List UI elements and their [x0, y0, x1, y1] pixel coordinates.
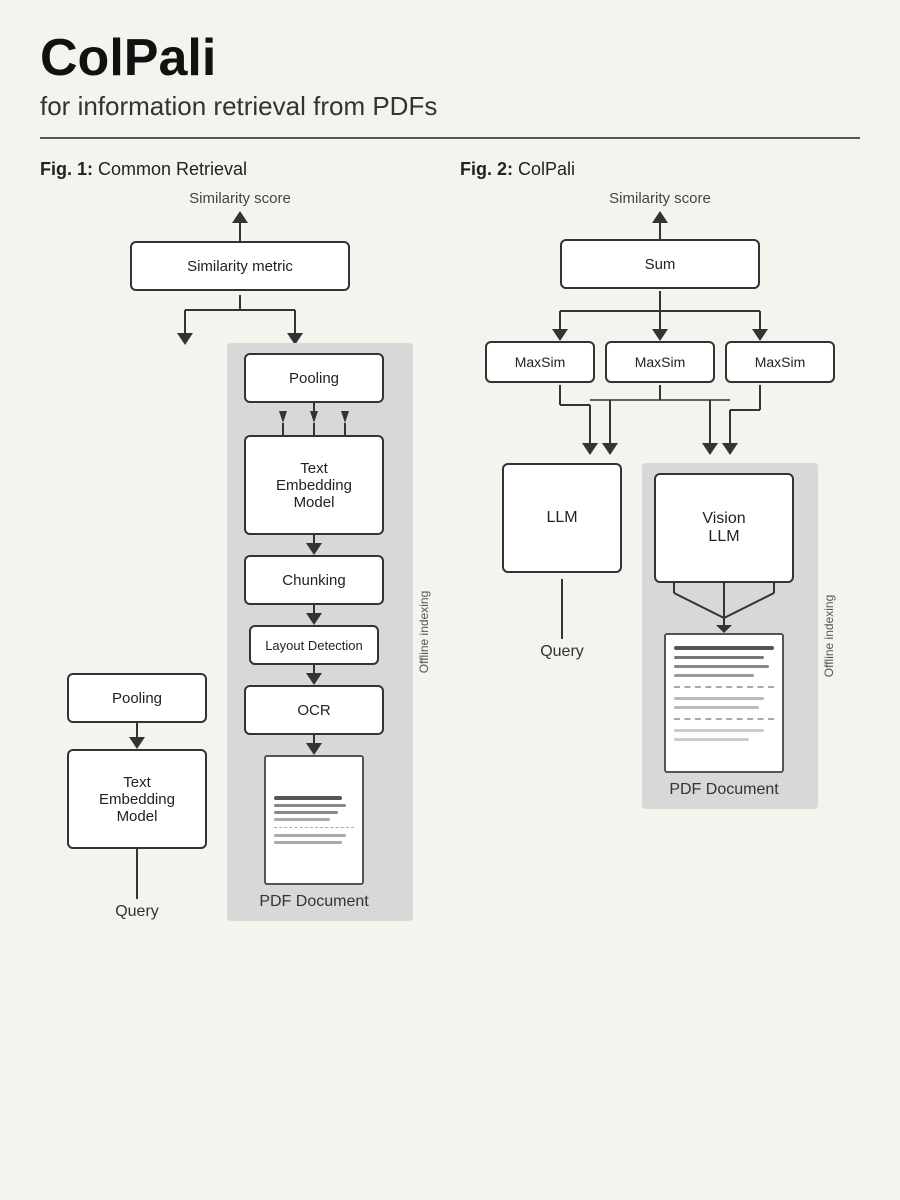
arrow-to-query	[136, 849, 138, 899]
fig2-query-label: Query	[540, 643, 584, 661]
fig1-left-col: Pooling Text Embedding Model	[67, 673, 207, 921]
figure-2: Fig. 2: ColPali Similarity score Sum	[460, 159, 860, 809]
arrowhead	[129, 737, 145, 749]
main-title: ColPali	[40, 30, 860, 87]
arrowhead	[306, 743, 322, 755]
fig1-layout: Similarity score Similarity metric	[40, 190, 440, 921]
arrowhead	[652, 211, 668, 223]
figures-container: Fig. 1: Common Retrieval Similarity scor…	[40, 159, 860, 921]
split-arrow-svg	[130, 295, 350, 345]
maxsim-3-box: MaxSim	[725, 341, 835, 383]
ocr-box: OCR	[244, 685, 384, 735]
arrow-line	[659, 223, 661, 239]
fig2-vision-col: Vision LLM	[654, 473, 794, 799]
pooling-right-box: Pooling	[244, 353, 384, 403]
arrow-pooling-left	[129, 723, 145, 749]
sum-to-maxsim-svg	[520, 291, 800, 343]
maxsim-row: MaxSim MaxSim MaxSim	[485, 341, 835, 383]
fig2-similarity-score-label: Similarity score	[609, 190, 711, 207]
title-section: ColPali for information retrieval from P…	[40, 30, 860, 122]
arrow-llm-to-query	[561, 579, 563, 639]
offline-indexing-box: Pooling	[227, 343, 413, 921]
arrow-line	[561, 579, 563, 639]
arrowhead	[306, 673, 322, 685]
text-embedding-right-box: Text Embedding Model	[244, 435, 384, 535]
arrowhead	[306, 543, 322, 555]
fig1-title: Fig. 1: Common Retrieval	[40, 159, 247, 180]
similarity-metric-box: Similarity metric	[130, 241, 350, 291]
fig1-right-col-wrapper: Pooling	[227, 343, 413, 921]
offline-indexing-label-fig2: Offline indexing	[822, 595, 836, 678]
arrow-to-pdf1	[306, 735, 322, 755]
fig1-right-col: Pooling	[239, 353, 389, 911]
arrow-to-sum	[652, 211, 668, 239]
arrow-line	[239, 223, 241, 241]
fig2-vision-col-wrapper: Vision LLM	[642, 463, 818, 809]
divider	[40, 137, 860, 139]
arrow-line	[313, 535, 315, 543]
pdf-doc-label-fig2: PDF Document	[669, 781, 778, 799]
pdf-document-fig1	[264, 755, 364, 885]
arrow-to-ocr	[306, 665, 322, 685]
arrow-to-sim-metric	[232, 211, 248, 241]
pooling-left-box: Pooling	[67, 673, 207, 723]
arrow-line	[313, 605, 315, 613]
cross-arrows-svg	[520, 385, 800, 465]
arrow-to-chunking	[306, 535, 322, 555]
arrowhead	[306, 613, 322, 625]
arrow-line	[313, 665, 315, 673]
vision-llm-box: Vision LLM	[654, 473, 794, 583]
fig2-title: Fig. 2: ColPali	[460, 159, 575, 180]
layout-detection-box: Layout Detection	[249, 625, 379, 665]
llm-box: LLM	[502, 463, 622, 573]
arrow-line	[313, 403, 315, 411]
fig1-similarity-score-label: Similarity score	[189, 190, 291, 207]
fig2-middle-row: LLM Query Vision LLM	[502, 463, 818, 809]
arrowhead	[232, 211, 248, 223]
arrow-pooling-right	[313, 403, 315, 411]
arrow-to-layout	[306, 605, 322, 625]
funnel-arrow-svg	[654, 583, 794, 633]
figure-1: Fig. 1: Common Retrieval Similarity scor…	[40, 159, 440, 921]
pdf-document-fig2	[664, 633, 784, 773]
pooling-row: Pooling Text Embedding Model	[67, 343, 413, 921]
fig2-layout: Similarity score Sum	[460, 190, 860, 809]
three-arrows-svg	[239, 411, 389, 435]
subtitle: for information retrieval from PDFs	[40, 91, 860, 122]
sum-box: Sum	[560, 239, 760, 289]
chunking-box: Chunking	[244, 555, 384, 605]
arrow-line	[313, 735, 315, 743]
text-embedding-left-box: Text Embedding Model	[67, 749, 207, 849]
arrow-line	[136, 849, 138, 899]
pdf-doc-label-fig1: PDF Document	[259, 893, 368, 911]
fig2-offline-box: Vision LLM	[642, 463, 818, 809]
fig2-llm-col: LLM Query	[502, 463, 622, 661]
arrow-line	[136, 723, 138, 737]
offline-indexing-label-fig1: Offline indexing	[417, 591, 431, 674]
query-label: Query	[115, 903, 159, 921]
maxsim-2-box: MaxSim	[605, 341, 715, 383]
maxsim-1-box: MaxSim	[485, 341, 595, 383]
